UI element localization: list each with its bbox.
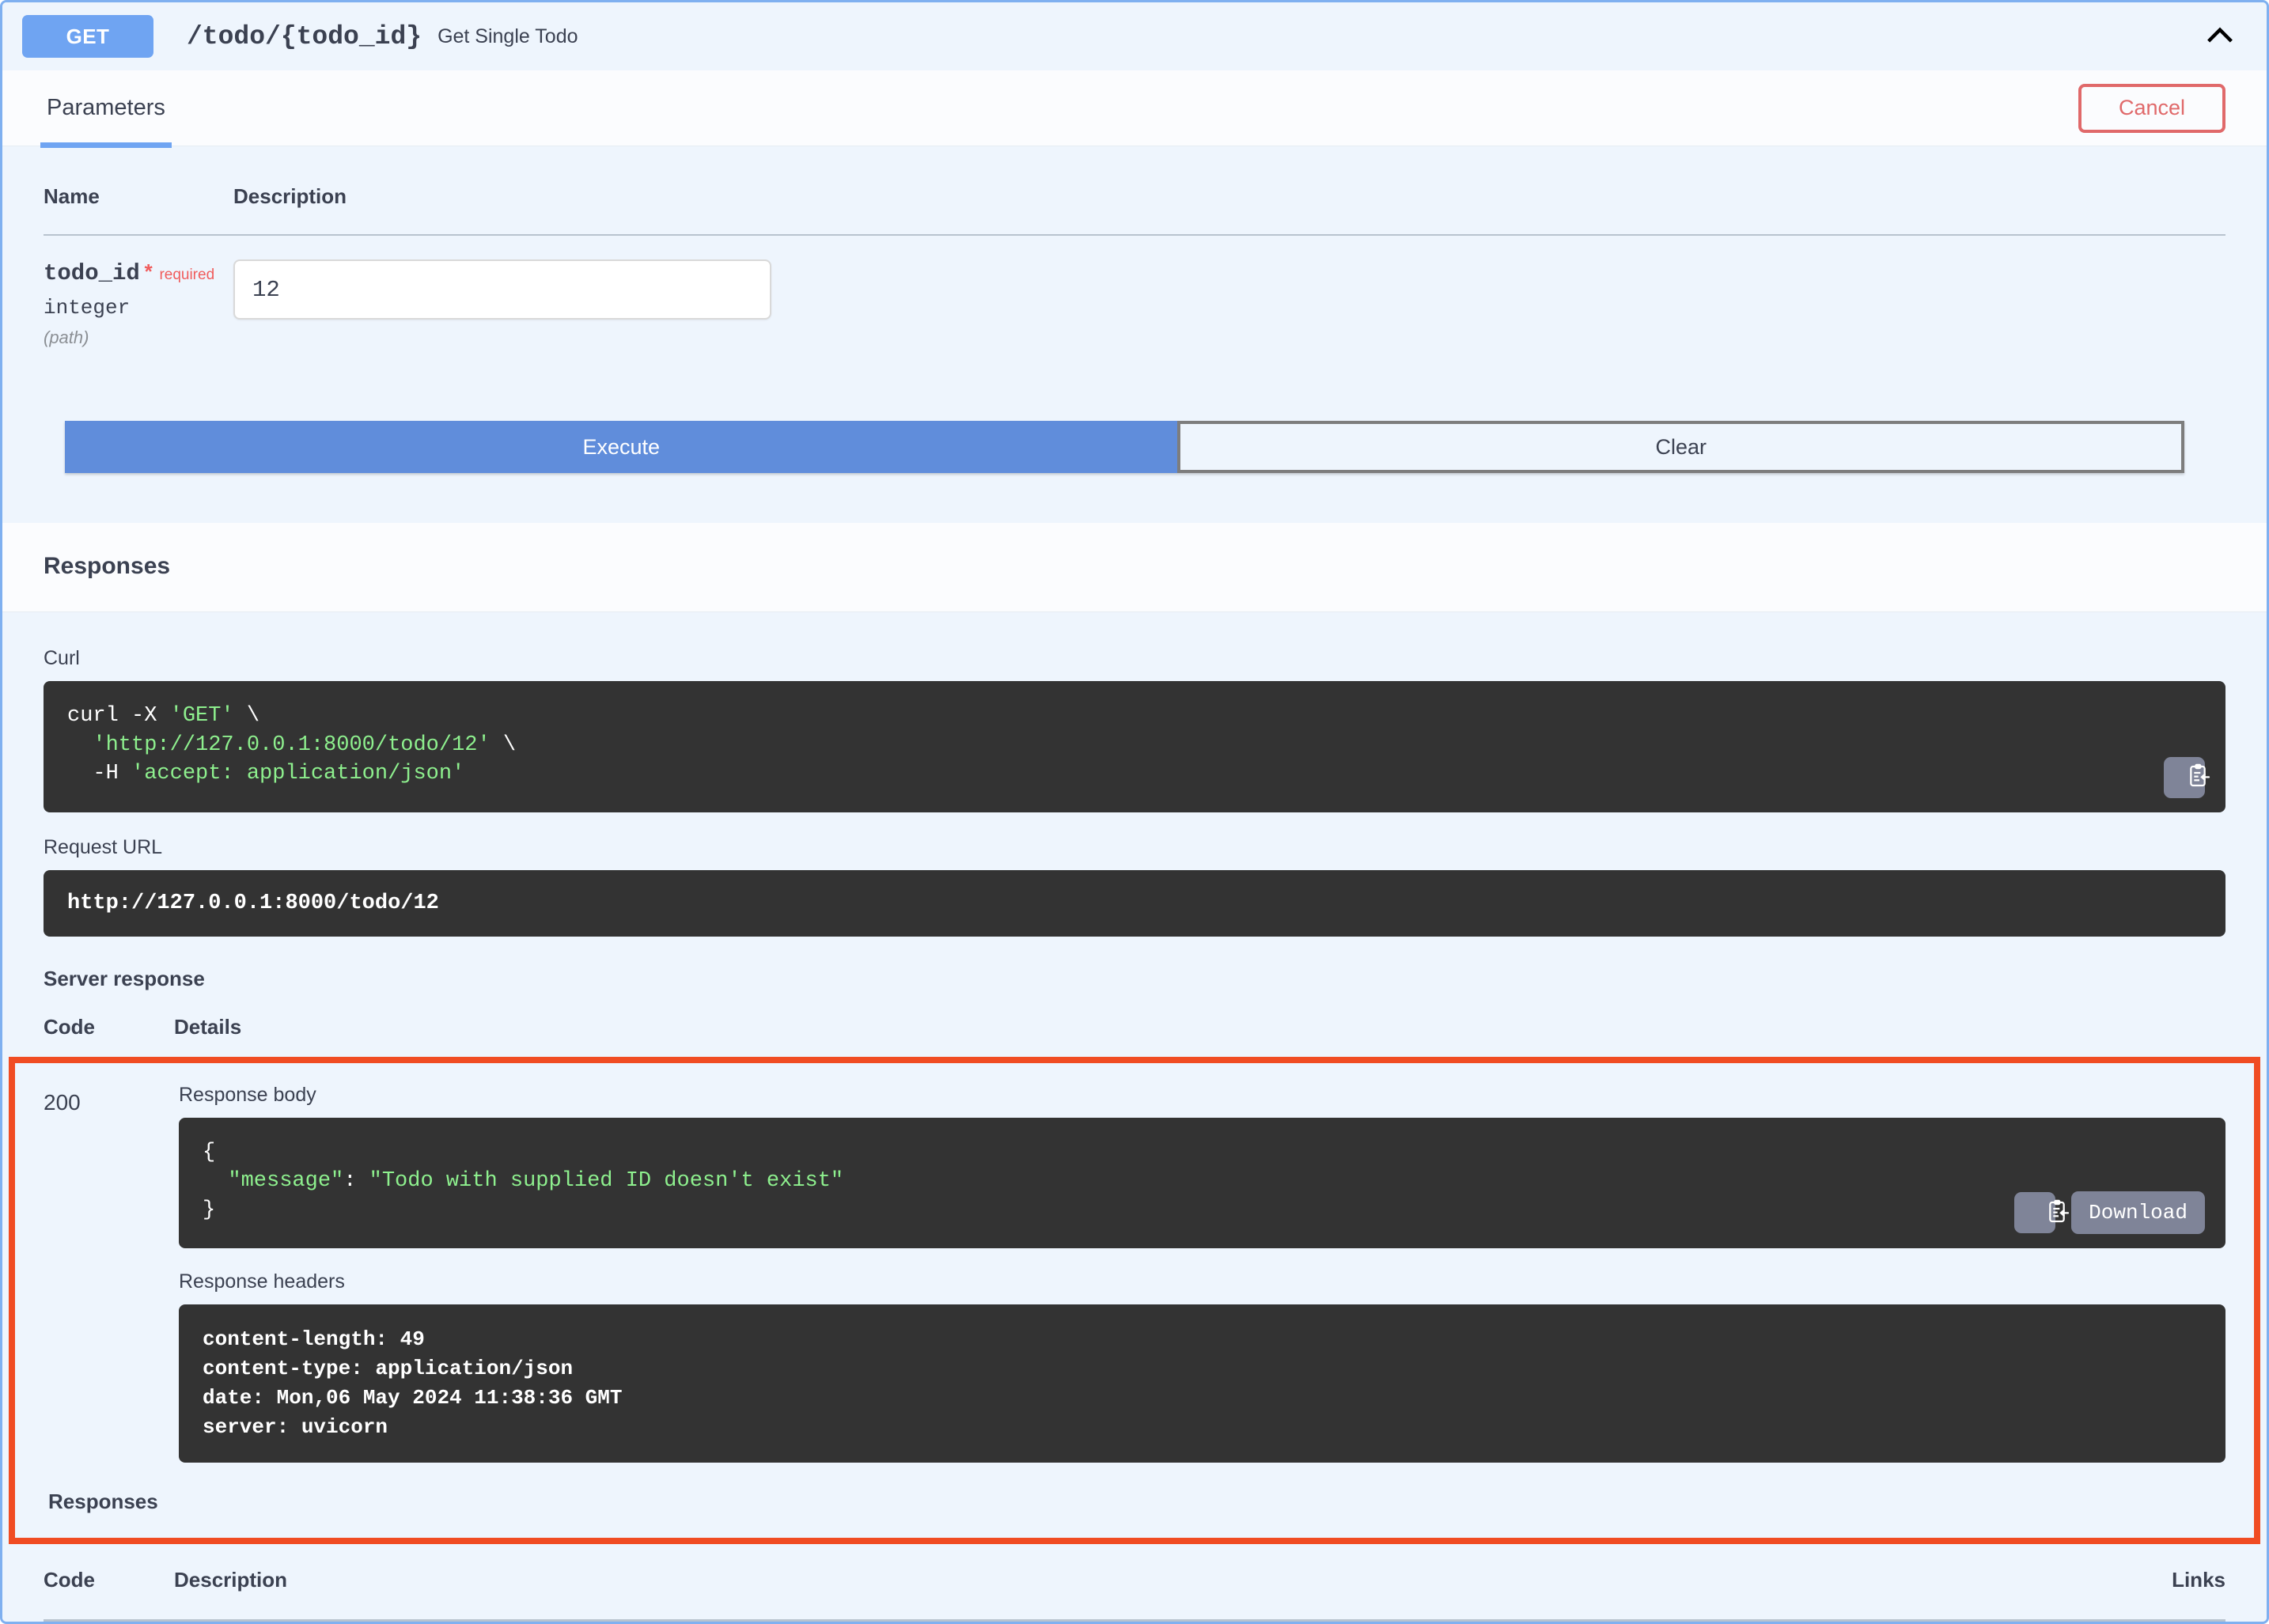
required-label: required (159, 267, 215, 283)
curl-l1-plain: curl -X (67, 704, 170, 729)
execute-button[interactable]: Execute (65, 421, 1178, 474)
response-body-key: "message" (203, 1169, 344, 1194)
curl-label: Curl (44, 647, 80, 670)
operation-block: GET /todo/{todo_id} Get Single Todo Para… (0, 0, 2269, 1624)
responses-subheading: Responses (48, 1489, 158, 1513)
download-response-button[interactable]: Download (2071, 1191, 2205, 1235)
column-header-description: Description (174, 1567, 288, 1592)
response-body-open-brace: { (203, 1141, 216, 1164)
response-body-value: "Todo with supplied ID doesn't exist" (369, 1169, 844, 1194)
server-response-label: Server response (44, 967, 205, 990)
curl-l1-tail: \ (233, 704, 260, 729)
responses-title: Responses (44, 553, 171, 580)
chevron-up-icon (2203, 18, 2237, 55)
copy-curl-button[interactable] (2164, 756, 2210, 798)
response-headers-label: Response headers (179, 1270, 345, 1293)
parameter-name-text: todo_id (44, 260, 140, 286)
operation-path: /todo/{todo_id} (187, 21, 422, 51)
column-header-code: Code (44, 1567, 95, 1592)
cancel-button[interactable]: Cancel (2078, 83, 2225, 133)
parameter-name: todo_id * required (44, 259, 233, 288)
request-url-block: http://127.0.0.1:8000/todo/12 (44, 869, 2225, 937)
column-header-description: Description (233, 173, 2225, 236)
action-button-row: Execute Clear (65, 421, 2184, 474)
copy-response-body-button[interactable] (2014, 1192, 2069, 1234)
response-body-block: { "message": "Todo with supplied ID does… (179, 1118, 2225, 1249)
column-header-details: Details (174, 1015, 242, 1039)
collapse-operation-button[interactable] (2192, 9, 2248, 64)
curl-line-3: -H 'accept: application/json' (67, 762, 464, 786)
curl-l2-code: 'http://127.0.0.1:8000/todo/12' (93, 733, 491, 757)
parameters-table-header-row: Name Description (44, 173, 2225, 236)
documented-responses-table: Code Description Links (2, 1543, 2267, 1622)
response-body-separator: : (343, 1169, 369, 1194)
curl-line-2: 'http://127.0.0.1:8000/todo/12' \ (67, 733, 516, 757)
todo-id-input[interactable] (233, 259, 771, 320)
curl-l3-plain: -H (67, 762, 132, 786)
curl-line-1: curl -X 'GET' \ (67, 704, 259, 728)
response-body-label: Response body (179, 1084, 316, 1106)
response-highlight-box: 200 Response body { "message": "Todo wit… (9, 1057, 2260, 1544)
http-method-badge: GET (22, 15, 153, 58)
curl-l1-code: 'GET' (169, 704, 234, 729)
response-status-code: 200 (44, 1090, 81, 1115)
parameter-row: todo_id * required integer (path) (44, 235, 2225, 348)
parameters-tabstrip: Parameters Cancel (2, 70, 2267, 148)
curl-command-block: curl -X 'GET' \ 'http://127.0.0.1:8000/t… (44, 681, 2225, 812)
documented-responses-header-row: Code Description Links (44, 1568, 2225, 1622)
parameter-type: integer (44, 296, 131, 320)
column-header-code: Code (44, 1015, 95, 1039)
clear-button[interactable]: Clear (1177, 421, 2184, 474)
column-header-links: Links (2172, 1567, 2225, 1592)
live-response-table-header: Code Details (44, 1015, 2225, 1039)
curl-l2-tail: \ (490, 733, 517, 757)
response-body-line: "message": "Todo with supplied ID doesn'… (203, 1169, 843, 1193)
request-url-label: Request URL (44, 835, 163, 858)
curl-l3-code: 'accept: application/json' (131, 762, 465, 786)
operation-header[interactable]: GET /todo/{todo_id} Get Single Todo (2, 2, 2267, 70)
parameters-table: Name Description todo_id * required inte… (44, 173, 2225, 348)
copy-to-clipboard-icon (2157, 751, 2211, 803)
parameter-name-cell: todo_id * required integer (path) (44, 235, 233, 348)
parameter-value-cell (233, 235, 2225, 348)
parameters-body: Name Description todo_id * required inte… (2, 146, 2267, 474)
response-body-close-brace: } (203, 1198, 216, 1222)
live-response-area: Curl curl -X 'GET' \ 'http://127.0.0.1:8… (2, 612, 2267, 1544)
operation-summary: Get Single Todo (438, 25, 578, 47)
required-asterisk-icon: * (142, 262, 155, 286)
copy-to-clipboard-icon (1999, 1187, 2071, 1239)
response-details: Response body { "message": "Todo with su… (174, 1084, 2225, 1463)
response-headers-block: content-length: 49 content-type: applica… (179, 1304, 2225, 1463)
response-body-actions: Download (2014, 1191, 2205, 1235)
parameter-location: (path) (44, 327, 89, 348)
column-header-name: Name (44, 173, 233, 236)
curl-l2-plain (67, 733, 93, 757)
response-result-row: 200 Response body { "message": "Todo wit… (44, 1084, 2225, 1463)
tab-parameters[interactable]: Parameters (40, 74, 172, 148)
responses-section-header: Responses (2, 523, 2267, 613)
